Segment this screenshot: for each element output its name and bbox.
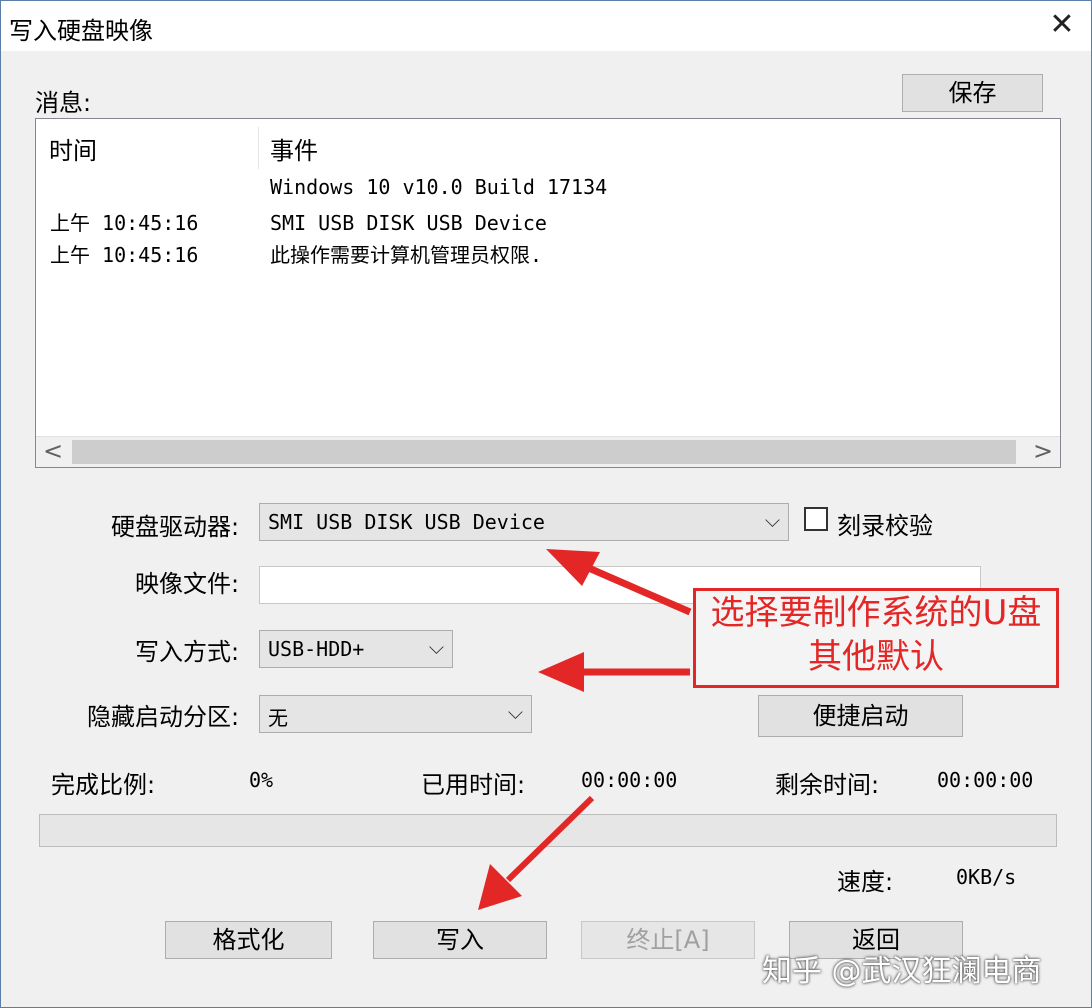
annotation-callout: 选择要制作系统的U盘 其他默认 xyxy=(693,588,1059,688)
annotation-line-1: 选择要制作系统的U盘 xyxy=(710,593,1042,633)
arrow-to-write-mode-head xyxy=(538,652,584,692)
arrow-to-drive-line xyxy=(582,562,692,616)
annotation-line-2: 其他默认 xyxy=(808,637,944,677)
arrow-to-write-button-line xyxy=(505,795,595,883)
annotation-arrows xyxy=(478,549,692,910)
watermark: 知乎 @武汉狂澜电商 xyxy=(762,954,1042,989)
